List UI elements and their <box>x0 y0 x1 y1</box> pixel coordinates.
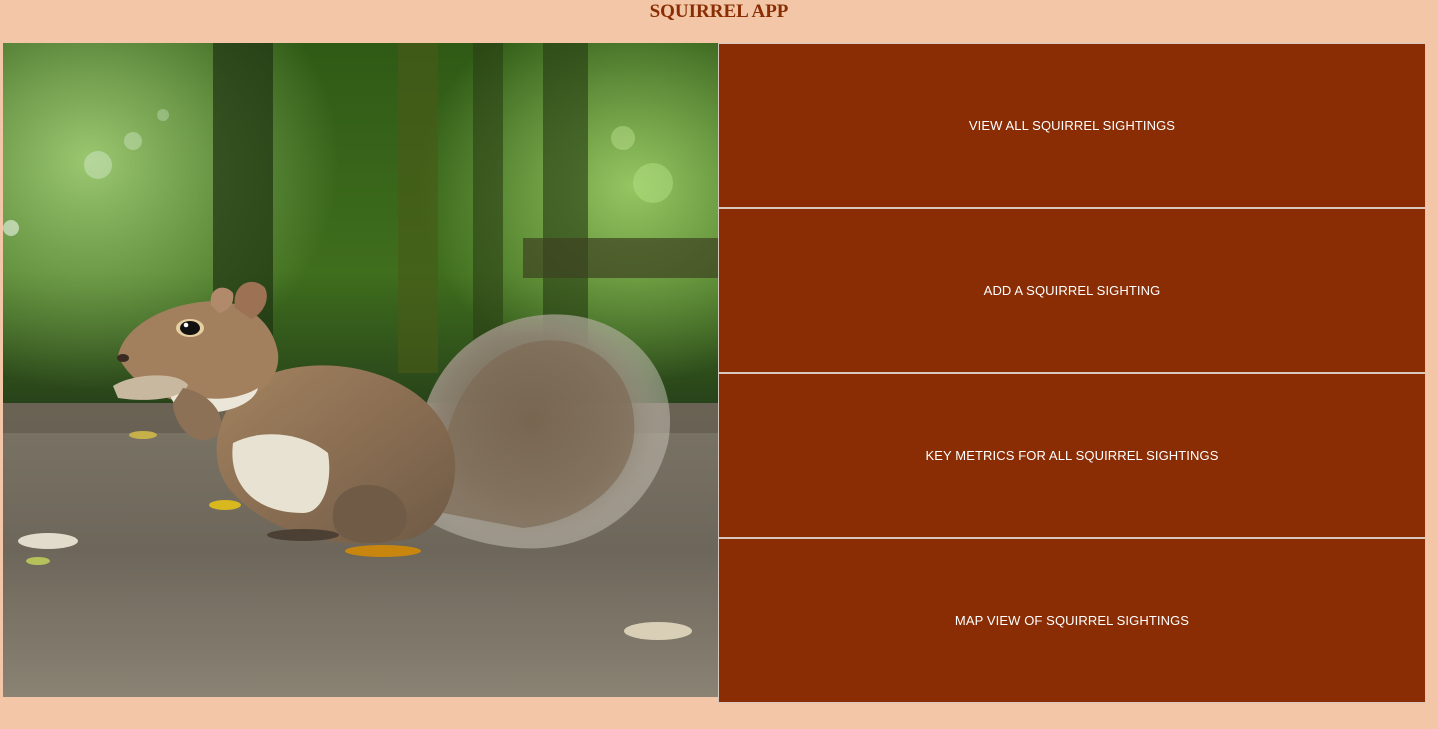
map-view-button[interactable]: MAP VIEW OF SQUIRREL SIGHTINGS <box>719 539 1425 702</box>
page-title: SQUIRREL APP <box>649 1 789 22</box>
view-all-sightings-button[interactable]: VIEW ALL SQUIRREL SIGHTINGS <box>719 44 1425 207</box>
key-metrics-button[interactable]: KEY METRICS FOR ALL SQUIRREL SIGHTINGS <box>719 374 1425 537</box>
squirrel-photo <box>3 43 718 697</box>
add-sighting-button[interactable]: ADD A SQUIRREL SIGHTING <box>719 209 1425 372</box>
squirrel-illustration <box>3 43 718 697</box>
navigation-menu: VIEW ALL SQUIRREL SIGHTINGS ADD A SQUIRR… <box>718 43 1426 703</box>
